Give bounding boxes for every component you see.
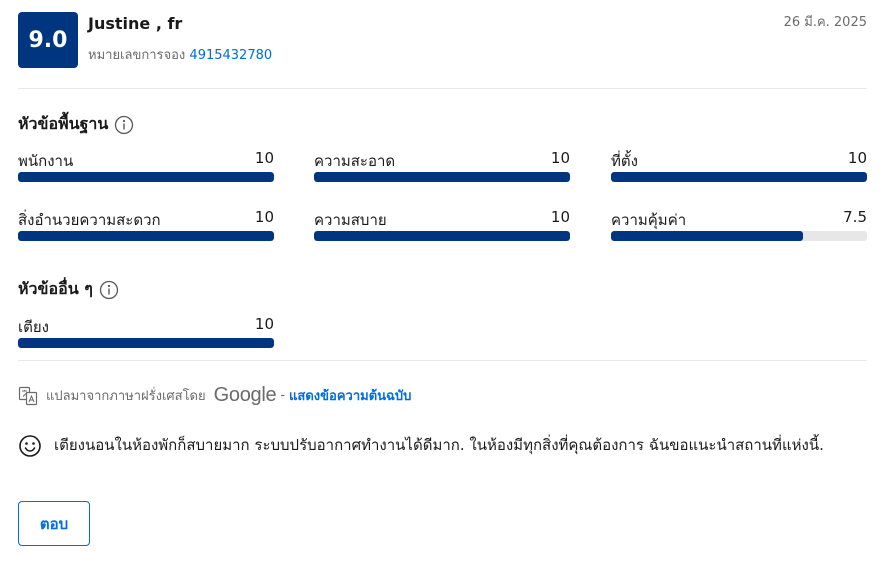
other-section-title: หัวข้ออื่น ๆ [18, 277, 119, 302]
review-body: เตียงนอนในห้องพักก็สบายมาก ระบบปรับอากาศ… [18, 434, 867, 458]
score-bar-track [18, 231, 274, 241]
smile-icon [19, 435, 41, 457]
translation-separator: - [280, 388, 286, 403]
translate-icon [18, 386, 38, 405]
score-label: พนักงาน [18, 152, 74, 170]
score-item-facilities: สิ่งอำนวยความสะดวก 10 [18, 208, 274, 244]
score-bar-track [314, 172, 570, 182]
score-bar-fill [611, 172, 867, 182]
score-label: เตียง [18, 318, 49, 336]
booking-number[interactable]: 4915432780 [189, 48, 272, 63]
score-bar-fill [314, 231, 570, 241]
translation-text: แปลมาจากภาษาฝรั่งเศสโดย [46, 389, 206, 404]
score-value: 10 [550, 208, 570, 226]
review-text: เตียงนอนในห้องพักก็สบายมาก ระบบปรับอากาศ… [54, 436, 824, 454]
score-label: สิ่งอำนวยความสะดวก [18, 211, 161, 229]
score-value: 10 [254, 208, 274, 226]
score-item-bed: เตียง 10 [18, 315, 274, 351]
divider [18, 360, 867, 361]
score-bar-track [18, 338, 274, 348]
score-bar-track [18, 172, 274, 182]
translation-notice: แปลมาจากภาษาฝรั่งเศสโดย Google - แสดงข้อ… [18, 384, 411, 407]
reply-button[interactable]: ตอบ [18, 501, 90, 546]
score-item-comfort: ความสบาย 10 [314, 208, 570, 244]
show-original-link[interactable]: แสดงข้อความต้นฉบับ [289, 385, 411, 406]
score-bar-fill [611, 231, 803, 241]
score-label: ความสบาย [314, 211, 387, 229]
review-score-badge: 9.0 [18, 12, 78, 68]
score-item-cleanliness: ความสะอาด 10 [314, 149, 570, 185]
booking-info: หมายเลขการจอง 4915432780 [88, 44, 272, 65]
booking-label: หมายเลขการจอง [88, 48, 186, 63]
score-label: ความสะอาด [314, 152, 396, 170]
score-bar-track [314, 231, 570, 241]
review-date: 26 มี.ค. 2025 [783, 15, 867, 30]
score-label: ความคุ้มค่า [611, 211, 687, 229]
score-bar-fill [18, 338, 274, 348]
divider [18, 88, 867, 89]
basic-section-label: หัวข้อพื้นฐาน [18, 114, 109, 133]
info-icon[interactable] [114, 115, 134, 135]
google-logo: Google [213, 384, 277, 406]
score-item-staff: พนักงาน 10 [18, 149, 274, 185]
score-bar-track [611, 172, 867, 182]
score-item-value-for-money: ความคุ้มค่า 7.5 [611, 208, 867, 244]
score-bar-fill [314, 172, 570, 182]
score-value: 10 [254, 149, 274, 167]
score-bar-track [611, 231, 867, 241]
score-label: ที่ตั้ง [611, 152, 638, 170]
score-value: 7.5 [843, 208, 867, 226]
basic-section-title: หัวข้อพื้นฐาน [18, 112, 134, 137]
reviewer-name: Justine , fr [88, 14, 183, 33]
score-value: 10 [550, 149, 570, 167]
other-section-label: หัวข้ออื่น ๆ [18, 279, 93, 298]
score-value: 10 [847, 149, 867, 167]
score-item-location: ที่ตั้ง 10 [611, 149, 867, 185]
score-value: 10 [254, 315, 274, 333]
score-bar-fill [18, 231, 274, 241]
score-bar-fill [18, 172, 274, 182]
info-icon[interactable] [99, 280, 119, 300]
